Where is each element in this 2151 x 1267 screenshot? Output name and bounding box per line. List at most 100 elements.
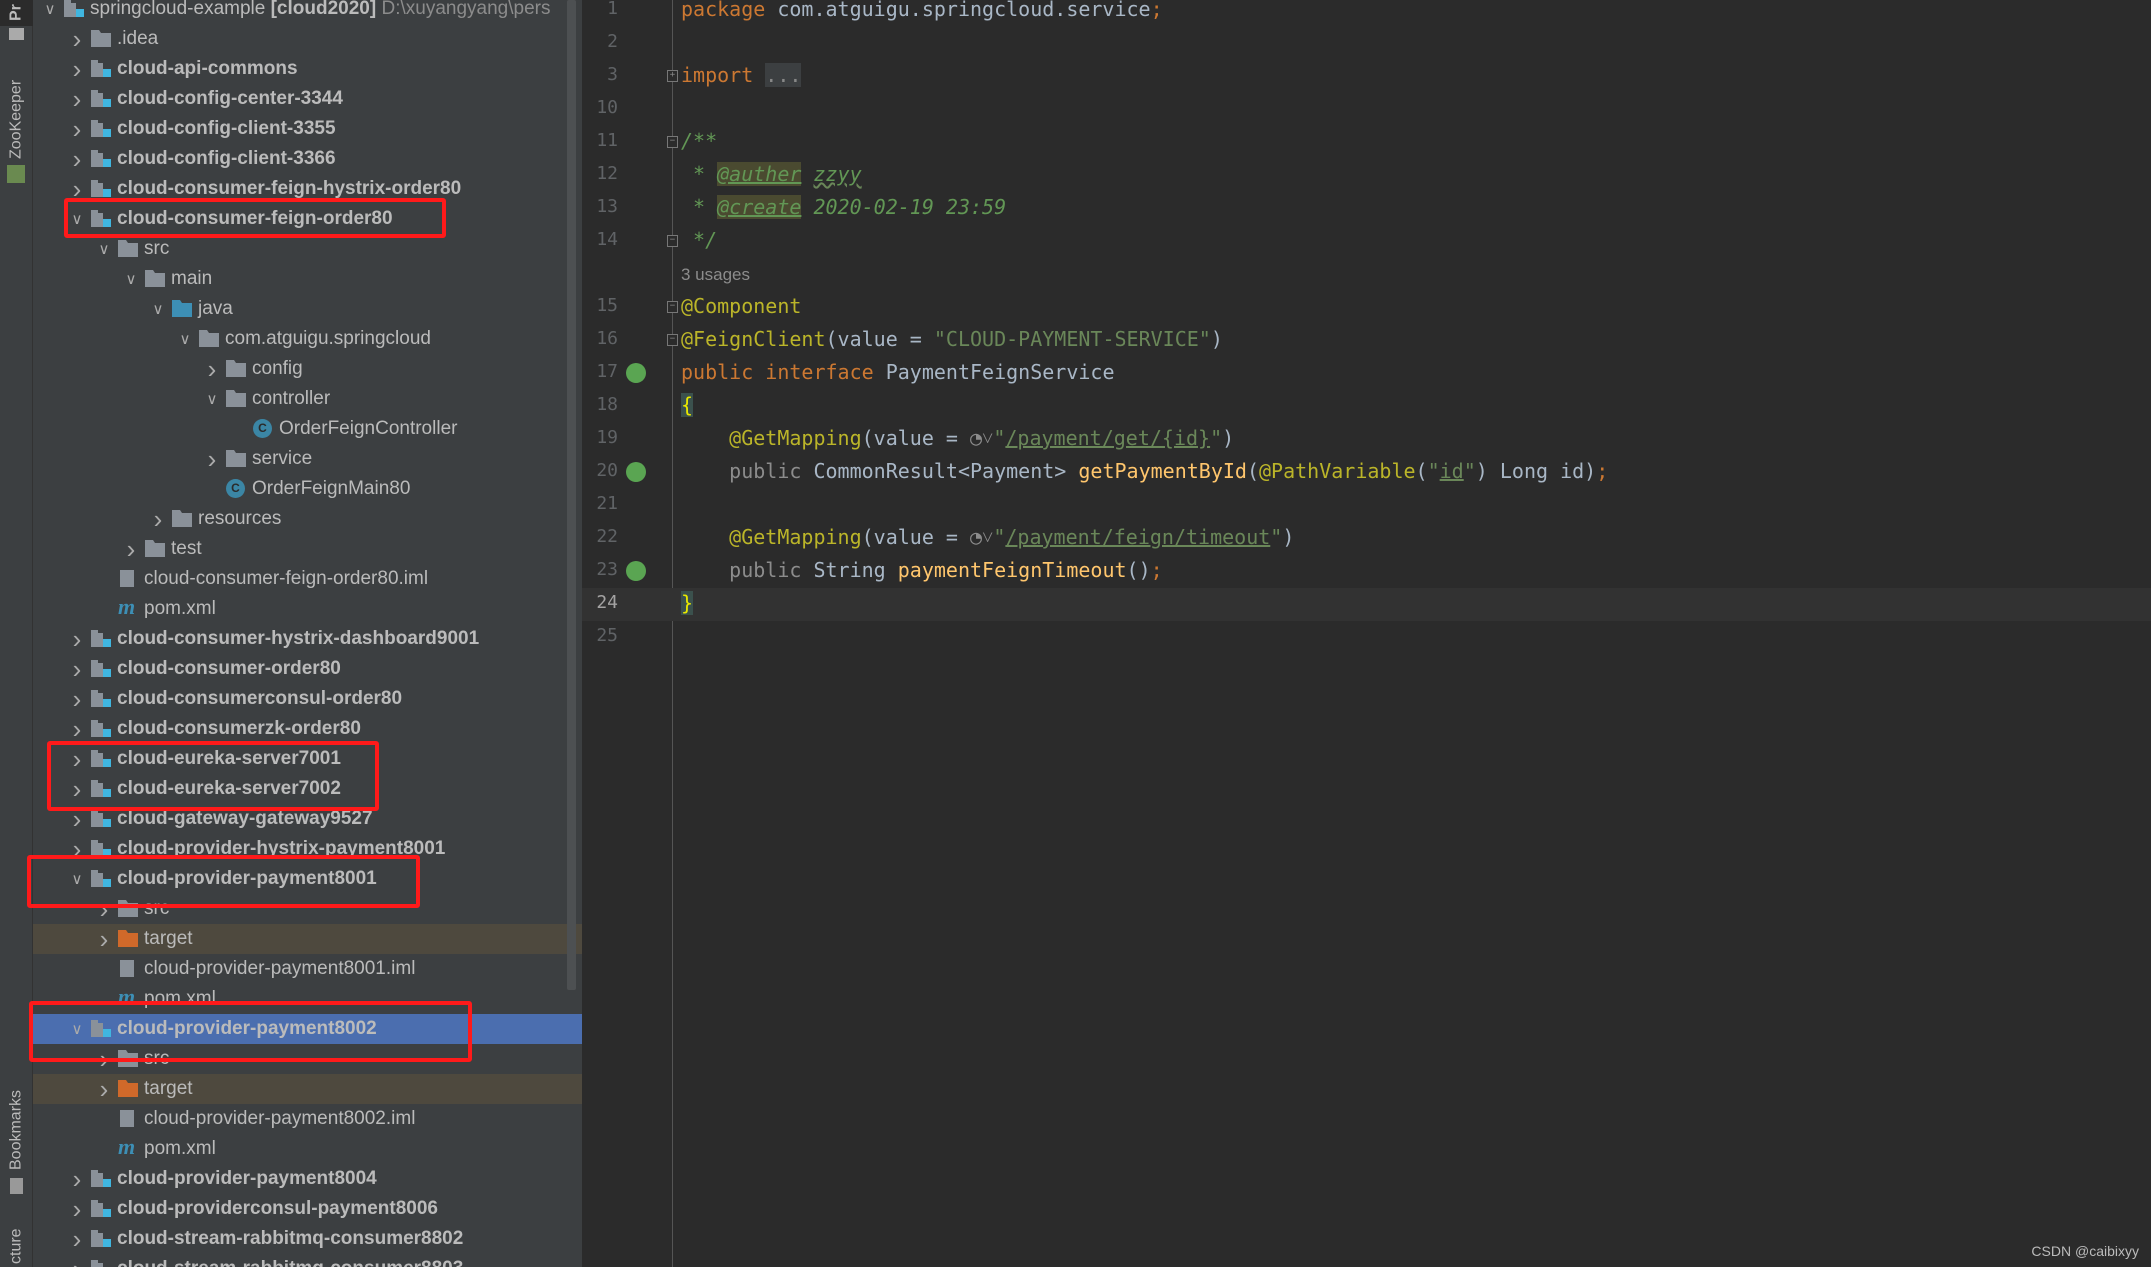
structure-tab[interactable]: cture — [0, 1225, 33, 1267]
tree-item[interactable]: ∨ springcloud-example [cloud2020] D:\xuya… — [33, 0, 582, 24]
tree-item[interactable]: › config — [33, 354, 582, 384]
chevron-right-icon[interactable]: › — [69, 24, 85, 54]
endpoint-icon[interactable] — [626, 462, 646, 482]
tree-item[interactable]: C OrderFeignMain80 — [33, 474, 582, 504]
fold-collapse-icon[interactable]: − — [667, 301, 678, 313]
chevron-right-icon[interactable]: › — [150, 504, 166, 534]
chevron-right-icon[interactable]: › — [123, 534, 139, 564]
tree-item[interactable]: ∨ com.atguigu.springcloud — [33, 324, 582, 354]
code-line[interactable]: 11 −/** — [582, 126, 2151, 159]
fold-collapse-icon[interactable]: − — [667, 235, 678, 247]
project-tree[interactable]: ∨ springcloud-example [cloud2020] D:\xuya… — [33, 0, 582, 1267]
project-tab[interactable]: Pr — [0, 0, 33, 26]
chevron-right-icon[interactable]: › — [69, 774, 85, 804]
tree-item[interactable]: › service — [33, 444, 582, 474]
tree-item[interactable]: › cloud-api-commons — [33, 54, 582, 84]
endpoint-icon[interactable] — [626, 561, 646, 581]
code-line[interactable]: 3 usages — [582, 258, 2151, 291]
tree-item[interactable]: › test — [33, 534, 582, 564]
code-line[interactable]: 24} — [582, 588, 2151, 621]
spring-bean-icon[interactable] — [626, 363, 646, 383]
tree-item[interactable]: › cloud-gateway-gateway9527 — [33, 804, 582, 834]
tree-item[interactable]: › src — [33, 1044, 582, 1074]
tree-item[interactable]: cloud-provider-payment8002.iml — [33, 1104, 582, 1134]
chevron-right-icon[interactable]: › — [204, 354, 220, 384]
chevron-down-icon[interactable]: ∨ — [123, 264, 139, 294]
chevron-right-icon[interactable]: › — [69, 744, 85, 774]
tree-item[interactable]: ∨ cloud-consumer-feign-order80 — [33, 204, 582, 234]
chevron-down-icon[interactable]: ∨ — [177, 324, 193, 354]
tree-item[interactable]: › cloud-stream-rabbitmq-consumer8802 — [33, 1224, 582, 1254]
tree-item[interactable]: › .idea — [33, 24, 582, 54]
tree-item[interactable]: › cloud-provider-hystrix-payment8001 — [33, 834, 582, 864]
code-line[interactable]: 21 — [582, 489, 2151, 522]
chevron-down-icon[interactable]: ∨ — [69, 204, 85, 234]
tree-item[interactable]: m pom.xml — [33, 984, 582, 1014]
chevron-right-icon[interactable]: › — [69, 684, 85, 714]
chevron-right-icon[interactable]: › — [69, 84, 85, 114]
code-line[interactable]: 10 — [582, 93, 2151, 126]
tree-item[interactable]: › cloud-stream-rabbitmq-consumer8803 — [33, 1254, 582, 1267]
code-line[interactable]: 23 public String paymentFeignTimeout(); — [582, 555, 2151, 588]
tree-item[interactable]: cloud-provider-payment8001.iml — [33, 954, 582, 984]
tree-item[interactable]: › cloud-consumer-hystrix-dashboard9001 — [33, 624, 582, 654]
tree-item[interactable]: ∨ src — [33, 234, 582, 264]
tree-item[interactable]: ∨ main — [33, 264, 582, 294]
tree-item[interactable]: › cloud-config-client-3355 — [33, 114, 582, 144]
tree-item[interactable]: › cloud-consumerconsul-order80 — [33, 684, 582, 714]
code-line[interactable]: 20 public CommonResult<Payment> getPayme… — [582, 456, 2151, 489]
code-line[interactable]: 17 public interface PaymentFeignService — [582, 357, 2151, 390]
chevron-down-icon[interactable]: ∨ — [204, 384, 220, 414]
tree-item[interactable]: › src — [33, 894, 582, 924]
chevron-right-icon[interactable]: › — [69, 144, 85, 174]
code-line[interactable]: 18 { — [582, 390, 2151, 423]
code-line[interactable]: 1 package com.atguigu.springcloud.service… — [582, 0, 2151, 27]
tree-item[interactable]: › target — [33, 1074, 582, 1104]
chevron-down-icon[interactable]: ∨ — [69, 1014, 85, 1044]
tree-item[interactable]: ∨ controller — [33, 384, 582, 414]
chevron-right-icon[interactable]: › — [69, 804, 85, 834]
chevron-right-icon[interactable]: › — [96, 894, 112, 924]
tree-item[interactable]: › cloud-config-client-3366 — [33, 144, 582, 174]
tree-item[interactable]: › cloud-config-center-3344 — [33, 84, 582, 114]
tree-item[interactable]: ∨ cloud-provider-payment8001 — [33, 864, 582, 894]
code-editor[interactable]: 1 package com.atguigu.springcloud.service… — [582, 0, 2151, 1267]
usages-hint[interactable]: 3 usages — [681, 265, 750, 284]
chevron-right-icon[interactable]: › — [69, 1164, 85, 1194]
code-line[interactable]: 19 @GetMapping(value = ◔˅"/payment/get/{… — [582, 423, 2151, 456]
fold-collapse-icon[interactable]: − — [667, 334, 678, 346]
code-line[interactable]: 13 * @create 2020-02-19 23:59 — [582, 192, 2151, 225]
chevron-right-icon[interactable]: › — [69, 714, 85, 744]
fold-collapse-icon[interactable]: − — [667, 136, 678, 148]
chevron-down-icon[interactable]: ∨ — [150, 294, 166, 324]
tree-item[interactable]: m pom.xml — [33, 1134, 582, 1164]
code-line[interactable]: 25 — [582, 621, 2151, 654]
code-line[interactable]: 14 − */ — [582, 225, 2151, 258]
tree-item[interactable]: › cloud-provider-payment8004 — [33, 1164, 582, 1194]
tree-item[interactable]: › cloud-consumer-feign-hystrix-order80 — [33, 174, 582, 204]
chevron-right-icon[interactable]: › — [69, 54, 85, 84]
tree-item[interactable]: ∨ cloud-provider-payment8002 — [33, 1014, 582, 1044]
tree-item[interactable]: › cloud-providerconsul-payment8006 — [33, 1194, 582, 1224]
tree-item[interactable]: › cloud-eureka-server7002 — [33, 774, 582, 804]
chevron-right-icon[interactable]: › — [96, 924, 112, 954]
chevron-down-icon[interactable]: ∨ — [96, 234, 112, 264]
tree-item[interactable]: › cloud-consumerzk-order80 — [33, 714, 582, 744]
code-line[interactable]: 2 — [582, 27, 2151, 60]
code-line[interactable]: 12 * @auther zzyy — [582, 159, 2151, 192]
chevron-right-icon[interactable]: › — [69, 654, 85, 684]
chevron-right-icon[interactable]: › — [204, 444, 220, 474]
code-line[interactable]: 22 @GetMapping(value = ◔˅"/payment/feign… — [582, 522, 2151, 555]
chevron-down-icon[interactable]: ∨ — [69, 864, 85, 894]
tree-item[interactable]: ∨ java — [33, 294, 582, 324]
chevron-right-icon[interactable]: › — [69, 174, 85, 204]
chevron-right-icon[interactable]: › — [96, 1044, 112, 1074]
chevron-right-icon[interactable]: › — [69, 114, 85, 144]
chevron-right-icon[interactable]: › — [69, 1254, 85, 1267]
chevron-right-icon[interactable]: › — [69, 1194, 85, 1224]
tree-item[interactable]: › cloud-consumer-order80 — [33, 654, 582, 684]
tree-item[interactable]: › target — [33, 924, 582, 954]
zookeeper-tab[interactable]: ZooKeeper — [0, 72, 33, 167]
fold-expand-icon[interactable]: + — [667, 70, 678, 82]
chevron-down-icon[interactable]: ∨ — [42, 0, 58, 24]
